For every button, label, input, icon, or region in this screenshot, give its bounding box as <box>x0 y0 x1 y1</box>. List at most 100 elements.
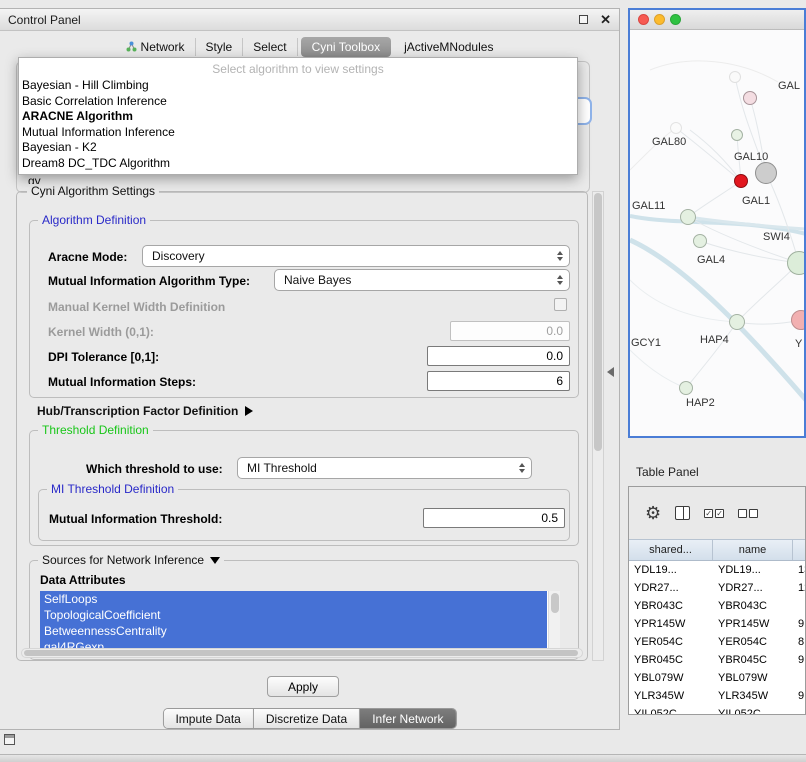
float-window-icon[interactable] <box>579 15 588 24</box>
table-cell: YBR043C <box>629 600 713 612</box>
table-cell: YBR043C <box>713 600 793 612</box>
which-threshold-label: Which threshold to use: <box>86 462 223 476</box>
tab-label: Select <box>253 40 286 54</box>
list-scrollbar-thumb[interactable] <box>551 593 559 613</box>
combo-arrows-icon <box>519 463 525 473</box>
table-cell: YLR345W <box>713 690 793 702</box>
close-traffic-light-icon[interactable] <box>638 14 649 25</box>
table-body: YDL19...YDL19...13YDR27...YDR27...12YBR0… <box>629 561 805 715</box>
network-node[interactable] <box>670 122 682 134</box>
threshold-definition-title: Threshold Definition <box>38 423 153 437</box>
column-header-1[interactable]: shared... <box>629 540 713 560</box>
attribute-item-betweennesscentrality[interactable]: BetweennessCentrality <box>40 623 547 639</box>
network-node-label: GAL11 <box>632 200 665 212</box>
algorithm-option-dream8-dc-tdc-algorithm[interactable]: Dream8 DC_TDC Algorithm <box>19 156 577 172</box>
network-node-label: SWI4 <box>763 231 790 243</box>
aracne-mode-label: Aracne Mode: <box>48 250 127 264</box>
settings-horizontal-scrollbar[interactable] <box>21 648 583 658</box>
attribute-item-selfloops[interactable]: SelfLoops <box>40 591 547 607</box>
table-row[interactable]: YBR045CYBR045C9. <box>629 651 805 669</box>
mi-algorithm-type-label: Mutual Information Algorithm Type: <box>48 274 250 288</box>
column-selector-icon[interactable] <box>675 506 690 520</box>
network-node[interactable] <box>755 162 777 184</box>
table-row[interactable]: YBL079WYBL079W <box>629 669 805 687</box>
sources-group-title[interactable]: Sources for Network Inference <box>38 553 224 567</box>
network-node[interactable] <box>791 310 804 330</box>
network-node[interactable] <box>680 209 696 225</box>
table-row[interactable]: YBR043CYBR043C <box>629 597 805 615</box>
mi-threshold-field[interactable] <box>423 508 565 528</box>
apply-button[interactable]: Apply <box>267 676 339 697</box>
network-canvas[interactable]: GALGAL80GAL10GAL11GAL1SWI4GAL4GCY1HAP4YH… <box>630 30 804 436</box>
network-window-titlebar[interactable] <box>630 10 804 30</box>
close-icon[interactable]: ✕ <box>600 13 611 26</box>
expanded-arrow-icon <box>210 557 220 564</box>
network-node[interactable] <box>693 234 707 248</box>
table-row[interactable]: YDL19...YDL19...13 <box>629 561 805 579</box>
table-cell: 12 <box>793 582 805 594</box>
mi-algorithm-type-value: Naive Bayes <box>284 273 351 287</box>
dpi-tolerance-field[interactable] <box>427 346 570 366</box>
tab-network[interactable]: Network <box>116 38 196 56</box>
network-node[interactable] <box>734 174 748 188</box>
table-row[interactable]: YIL052CYIL052C <box>629 705 805 715</box>
network-node-label: GAL4 <box>697 254 725 266</box>
algorithm-option-mutual-information-inference[interactable]: Mutual Information Inference <box>19 125 577 141</box>
gear-icon[interactable]: ⚙ <box>645 504 661 522</box>
table-cell: YBL079W <box>713 672 793 684</box>
table-row[interactable]: YPR145WYPR145W9. <box>629 615 805 633</box>
tab-cyni-toolbox[interactable]: Cyni Toolbox <box>301 37 391 57</box>
network-node[interactable] <box>729 71 741 83</box>
top-tab-bar: Network Style Select Cyni ToolboxjActiveMNo… <box>0 31 619 59</box>
table-cell: 9. <box>793 690 805 702</box>
mi-steps-field[interactable] <box>427 371 570 391</box>
manual-kernel-checkbox[interactable] <box>554 298 567 311</box>
aracne-mode-combo[interactable]: Discovery <box>142 245 570 267</box>
settings-vertical-scrollbar[interactable] <box>592 191 604 661</box>
table-panel-window: ⚙ ✓✓ shared...name YDL19...YDL19...13YDR… <box>628 486 806 715</box>
table-row[interactable]: YER054CYER054C8. <box>629 633 805 651</box>
column-header-2[interactable]: name <box>713 540 793 560</box>
hub-section-label: Hub/Transcription Factor Definition <box>37 404 238 418</box>
algorithm-option-basic-correlation-inference[interactable]: Basic Correlation Inference <box>19 94 577 110</box>
network-node[interactable] <box>731 129 743 141</box>
table-row[interactable]: YLR345WYLR345W9. <box>629 687 805 705</box>
algorithm-option-aracne-algorithm[interactable]: ARACNE Algorithm <box>19 109 577 125</box>
attribute-item-topologicalcoefficient[interactable]: TopologicalCoefficient <box>40 607 547 623</box>
tab-jactivemnodules[interactable]: jActiveMNodules <box>394 38 503 56</box>
minimized-panel-icon[interactable] <box>4 734 15 745</box>
bottom-tab-discretize-data[interactable]: Discretize Data <box>253 709 359 728</box>
threshold-definition-group: Threshold Definition Which threshold to … <box>29 430 579 546</box>
which-threshold-combo[interactable]: MI Threshold <box>237 457 532 479</box>
table-cell: YDL19... <box>629 564 713 576</box>
table-cell: YER054C <box>713 636 793 648</box>
tab-style[interactable]: Style <box>196 38 244 56</box>
network-node[interactable] <box>743 91 757 105</box>
network-node-label: HAP2 <box>686 397 715 409</box>
algorithm-option-bayesian-k2[interactable]: Bayesian - K2 <box>19 140 577 156</box>
panel-title: Control Panel <box>8 13 579 27</box>
network-node[interactable] <box>679 381 693 395</box>
select-all-checkboxes-icon[interactable]: ✓✓ <box>704 509 724 518</box>
tab-select[interactable]: Select <box>243 38 297 56</box>
kernel-width-field[interactable] <box>450 321 570 341</box>
panel-collapse-arrow-icon[interactable] <box>607 367 614 377</box>
bottom-tab-impute-data[interactable]: Impute Data <box>163 709 252 728</box>
deselect-all-checkboxes-icon[interactable] <box>738 509 758 518</box>
control-panel-titlebar: Control Panel ✕ <box>0 9 619 31</box>
bottom-tab-infer-network[interactable]: Infer Network <box>359 709 455 728</box>
network-node[interactable] <box>787 251 804 275</box>
mi-algorithm-type-combo[interactable]: Naive Bayes <box>274 269 570 291</box>
hub-section-toggle[interactable]: Hub/Transcription Factor Definition <box>37 404 253 418</box>
table-row[interactable]: YDR27...YDR27...12 <box>629 579 805 597</box>
column-header-3[interactable] <box>793 540 806 560</box>
horizontal-scrollbar-thumb[interactable] <box>24 650 578 656</box>
mi-threshold-label: Mutual Information Threshold: <box>49 512 222 526</box>
algorithm-option-bayesian-hill-climbing[interactable]: Bayesian - Hill Climbing <box>19 78 577 94</box>
minimize-traffic-light-icon[interactable] <box>654 14 665 25</box>
tab-label: Style <box>206 40 233 54</box>
table-cell: YDL19... <box>713 564 793 576</box>
network-node[interactable] <box>729 314 745 330</box>
vertical-scrollbar-thumb[interactable] <box>594 193 602 451</box>
maximize-traffic-light-icon[interactable] <box>670 14 681 25</box>
